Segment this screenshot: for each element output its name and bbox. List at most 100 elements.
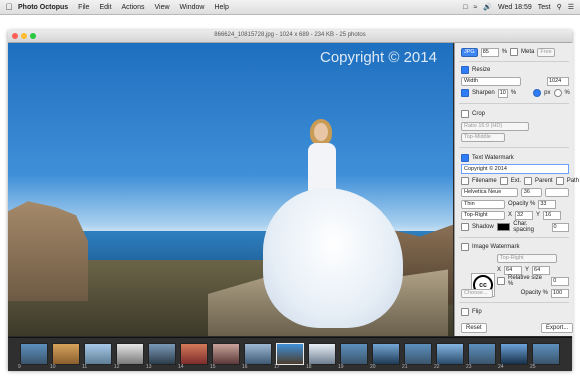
- char-spacing-field[interactable]: 0: [551, 222, 569, 232]
- thumb-label: 15: [210, 364, 216, 370]
- menu-window[interactable]: Window: [180, 4, 205, 11]
- search-icon[interactable]: ⚲: [557, 3, 562, 11]
- image-y-label: Y: [525, 267, 530, 273]
- text-y-field[interactable]: 16: [543, 210, 562, 220]
- sharpen-percent-label: %: [510, 90, 517, 96]
- reset-button[interactable]: Reset: [461, 323, 487, 333]
- filename-checkbox[interactable]: [461, 177, 469, 185]
- resize-value-field[interactable]: 1024: [547, 76, 569, 86]
- path-checkbox[interactable]: [555, 177, 564, 185]
- menu-view[interactable]: View: [154, 4, 169, 11]
- sharpen-amount-field[interactable]: 10: [497, 88, 508, 98]
- menu-app-name[interactable]: Photo Octopus: [18, 4, 68, 11]
- resize-mode-select[interactable]: Width: [461, 76, 521, 86]
- shadow-checkbox[interactable]: [461, 223, 469, 231]
- apple-icon[interactable]: : [0, 2, 18, 12]
- menu-edit[interactable]: Edit: [99, 4, 111, 11]
- opacity-label: Opacity %: [508, 201, 536, 207]
- resize-checkbox[interactable]: [461, 66, 469, 74]
- thumb-label: 19: [338, 364, 344, 370]
- image-x-field[interactable]: 64: [504, 265, 523, 275]
- thumb-label: 21: [402, 364, 408, 370]
- choose-image-button[interactable]: Choose...: [461, 288, 493, 298]
- crop-position-select[interactable]: Top-Middle: [461, 132, 505, 142]
- menu-bar:  Photo Octopus File Edit Actions View W…: [0, 0, 580, 15]
- thumbnail[interactable]: [500, 343, 528, 365]
- thumbnail[interactable]: [52, 343, 80, 365]
- thumbnail[interactable]: [20, 343, 48, 365]
- image-position-select[interactable]: Top-Right: [497, 253, 557, 263]
- user-name[interactable]: Test: [538, 4, 551, 11]
- font-weight-select[interactable]: Thin: [461, 199, 505, 209]
- thumb-label: 20: [370, 364, 376, 370]
- menu-help[interactable]: Help: [214, 4, 228, 11]
- volume-icon[interactable]: 🔊: [483, 3, 492, 11]
- image-x-label: X: [497, 267, 502, 273]
- watermark-preview: Copyright © 2014: [320, 49, 437, 66]
- clock[interactable]: Wed 18:59: [498, 4, 532, 11]
- y-label: Y: [536, 212, 541, 218]
- flip-checkbox[interactable]: [461, 308, 469, 316]
- thumbnail[interactable]: [116, 343, 144, 365]
- thumb-label: 13: [146, 364, 152, 370]
- thumbnail-selected[interactable]: [276, 343, 304, 365]
- thumbnail[interactable]: [212, 343, 240, 365]
- thumbnail[interactable]: [148, 343, 176, 365]
- export-button[interactable]: Export...: [541, 323, 574, 333]
- sharpen-pct-label: %: [564, 90, 570, 96]
- font-color-picker[interactable]: [545, 187, 569, 197]
- app-window: 866624_10815728.jpg - 1024 x 689 - 234 K…: [8, 30, 579, 371]
- divider: [459, 103, 569, 104]
- meta-select[interactable]: Free: [537, 47, 555, 57]
- text-x-field[interactable]: 32: [515, 210, 534, 220]
- text-position-select[interactable]: Top-Right: [461, 210, 505, 220]
- thumbnail[interactable]: [244, 343, 272, 365]
- thumb-label: 16: [242, 364, 248, 370]
- image-opacity-field[interactable]: 100: [551, 288, 569, 298]
- status-area: □ ≈ 🔊 Wed 18:59 Test ⚲ ☰: [463, 0, 574, 14]
- watermark-text-field[interactable]: Copyright © 2014: [461, 164, 569, 174]
- text-watermark-checkbox[interactable]: [461, 154, 469, 162]
- wifi-icon[interactable]: ≈: [473, 4, 477, 11]
- relative-size-checkbox[interactable]: [497, 277, 505, 285]
- thumb-label: 12: [114, 364, 120, 370]
- thumbnail[interactable]: [468, 343, 496, 365]
- parent-checkbox[interactable]: [524, 177, 533, 185]
- thumbnail[interactable]: [404, 343, 432, 365]
- crop-ratio-select[interactable]: Ratio 16:9 (HD): [461, 121, 529, 131]
- quality-field[interactable]: 85: [480, 47, 499, 57]
- display-icon[interactable]: □: [463, 4, 467, 11]
- sharpen-px-radio[interactable]: [533, 89, 542, 97]
- crop-checkbox[interactable]: [461, 110, 469, 118]
- list-icon[interactable]: ☰: [568, 3, 574, 11]
- relative-size-field[interactable]: 0: [551, 276, 569, 286]
- thumbnail[interactable]: [532, 343, 560, 365]
- image-y-field[interactable]: 64: [532, 265, 551, 275]
- thumbnail[interactable]: [436, 343, 464, 365]
- thumbnail[interactable]: [340, 343, 368, 365]
- sharpen-checkbox[interactable]: [461, 89, 469, 97]
- ext-checkbox[interactable]: [499, 177, 508, 185]
- thumbnail[interactable]: [180, 343, 208, 365]
- divider: [459, 61, 569, 62]
- divider: [459, 147, 569, 148]
- photo-preview[interactable]: Copyright © 2014: [8, 43, 453, 336]
- sharpen-pct-radio[interactable]: [553, 89, 562, 97]
- meta-checkbox[interactable]: [510, 48, 519, 56]
- font-size-select[interactable]: 36: [520, 187, 543, 197]
- thumb-label: 14: [178, 364, 184, 370]
- menu-actions[interactable]: Actions: [122, 4, 145, 11]
- shadow-color-swatch[interactable]: [496, 223, 511, 231]
- format-select[interactable]: JPG: [461, 47, 478, 57]
- meta-label: Meta: [521, 49, 535, 55]
- font-select[interactable]: Helvetica Neue: [461, 187, 518, 197]
- image-watermark-label: Image Watermark: [472, 244, 520, 250]
- thumbnail[interactable]: [308, 343, 336, 365]
- text-opacity-field[interactable]: 33: [538, 199, 557, 209]
- thumbnail[interactable]: [372, 343, 400, 365]
- menu-file[interactable]: File: [78, 4, 89, 11]
- image-watermark-checkbox[interactable]: [461, 243, 469, 251]
- thumbnail[interactable]: [84, 343, 112, 365]
- x-label: X: [508, 212, 513, 218]
- thumb-label: 22: [434, 364, 440, 370]
